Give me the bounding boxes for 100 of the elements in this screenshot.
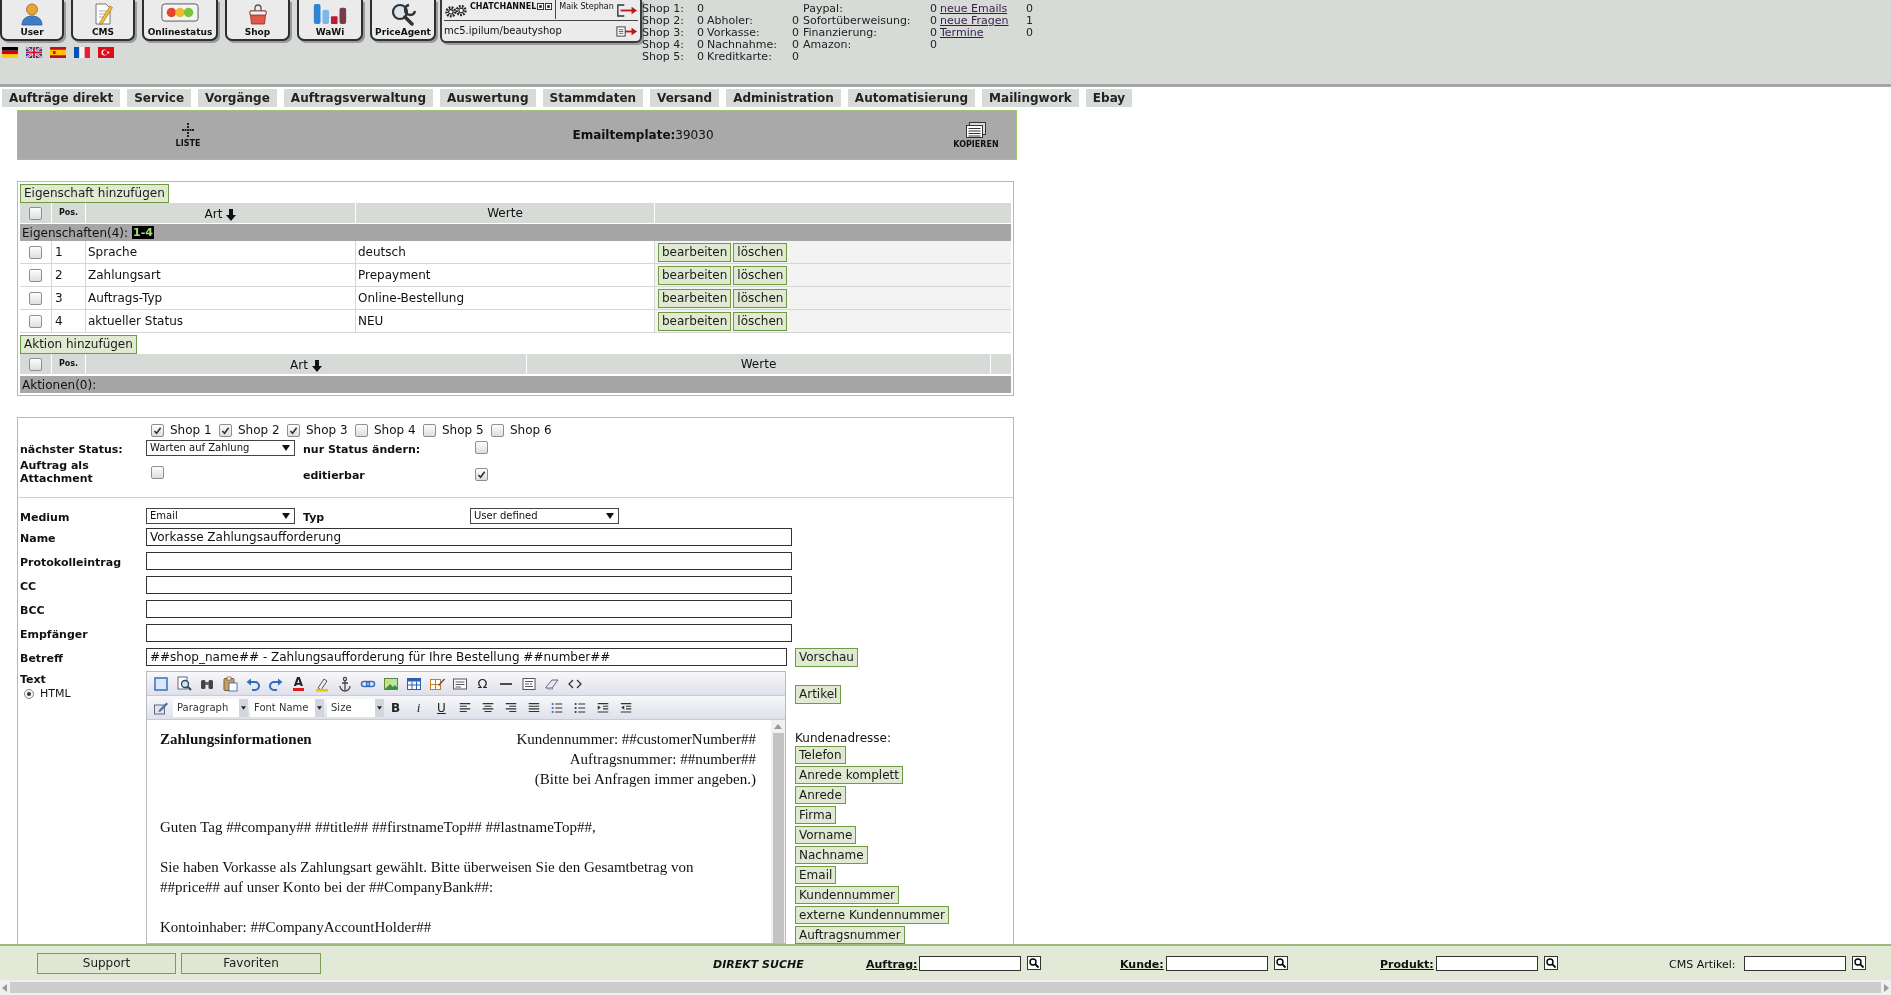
form-icon[interactable]: [451, 675, 468, 692]
anchor-icon[interactable]: [336, 675, 353, 692]
checkbox[interactable]: [475, 467, 488, 481]
indent-icon[interactable]: [595, 700, 610, 715]
frame-icon[interactable]: [152, 675, 169, 692]
dropdown[interactable]: User defined: [470, 507, 619, 524]
search-icon[interactable]: [1274, 956, 1288, 970]
scrollbar-thumb[interactable]: [772, 733, 784, 943]
variable-button[interactable]: Anrede: [795, 786, 846, 804]
list-button[interactable]: LISTE: [175, 122, 201, 148]
edit-button[interactable]: bearbeiten: [658, 242, 732, 262]
checkbox[interactable]: [151, 423, 164, 437]
search-icon[interactable]: [1852, 956, 1866, 970]
checkbox[interactable]: [29, 245, 42, 259]
delete-button[interactable]: löschen: [733, 288, 788, 308]
variable-button[interactable]: Nachname: [795, 846, 868, 864]
checkbox[interactable]: [219, 423, 232, 437]
turkish-flag-icon[interactable]: [98, 47, 114, 58]
nav-tab[interactable]: Mailingwork: [982, 89, 1079, 107]
article-button[interactable]: Artikel: [795, 685, 842, 704]
numbered-list-icon[interactable]: [549, 700, 564, 715]
variable-button[interactable]: Email: [795, 866, 837, 884]
stats-link[interactable]: neue Emails: [940, 2, 1008, 15]
german-flag-icon[interactable]: [2, 47, 18, 58]
search-icon[interactable]: [1544, 956, 1558, 970]
nav-tab[interactable]: Ebay: [1085, 89, 1133, 107]
text-input[interactable]: [146, 552, 792, 570]
align-right-icon[interactable]: [503, 700, 518, 715]
search-icon[interactable]: [1027, 956, 1041, 970]
text-input[interactable]: [146, 576, 792, 594]
edit-button[interactable]: bearbeiten: [658, 311, 732, 331]
checkbox[interactable]: [491, 423, 504, 437]
special-character-button[interactable]: Ω: [477, 676, 488, 691]
preview-button[interactable]: Vorschau: [795, 647, 858, 667]
edit-button[interactable]: bearbeiten: [658, 265, 732, 285]
delete-button[interactable]: löschen: [733, 242, 788, 262]
search-input[interactable]: [1166, 955, 1268, 971]
nav-tab[interactable]: Automatisierung: [847, 89, 976, 107]
nav-tab[interactable]: Administration: [726, 89, 841, 107]
delete-button[interactable]: löschen: [733, 265, 788, 285]
clipboard-icon[interactable]: [221, 675, 238, 692]
variable-button[interactable]: Vorname: [795, 826, 857, 844]
layout-icon[interactable]: [520, 675, 537, 692]
toolbar-button[interactable]: User: [0, 0, 64, 41]
horizontal-scrollbar[interactable]: [0, 980, 1891, 995]
variable-button[interactable]: Kundennummer: [795, 886, 899, 904]
text-input[interactable]: [146, 624, 792, 642]
variable-button[interactable]: Firma: [795, 806, 837, 824]
nav-tab[interactable]: Aufträge direkt: [2, 89, 121, 107]
checkbox[interactable]: [287, 423, 300, 437]
delete-button[interactable]: löschen: [733, 311, 788, 331]
vertical-scrollbar[interactable]: [771, 720, 785, 943]
add-action-button[interactable]: Aktion hinzufügen: [20, 335, 137, 354]
checkbox[interactable]: [29, 314, 42, 328]
outdent-icon[interactable]: [618, 700, 633, 715]
checkbox[interactable]: [29, 291, 42, 305]
checkbox[interactable]: [29, 268, 42, 282]
bullet-list-icon[interactable]: [572, 700, 587, 715]
toolbar-button[interactable]: WaWi: [297, 0, 363, 41]
box-arrow-icon[interactable]: [616, 24, 638, 38]
british-flag-icon[interactable]: [26, 47, 42, 58]
align-center-icon[interactable]: [480, 700, 495, 715]
french-flag-icon[interactable]: [74, 47, 90, 58]
nav-tab[interactable]: Auftragsverwaltung: [283, 89, 433, 107]
dropdown[interactable]: Warten auf Zahlung: [146, 439, 295, 456]
align-left-icon[interactable]: [457, 700, 472, 715]
variable-button[interactable]: externe Kundennummer: [795, 906, 949, 924]
checkbox[interactable]: [475, 441, 488, 454]
underline-button[interactable]: U: [437, 700, 446, 715]
stats-link[interactable]: Termine: [940, 26, 984, 39]
search-input[interactable]: [1436, 955, 1538, 971]
font-color-button[interactable]: A: [292, 676, 305, 691]
spanish-flag-icon[interactable]: [50, 47, 66, 58]
copy-button[interactable]: KOPIEREN: [953, 121, 999, 149]
bottom-bar-button[interactable]: Favoriten: [181, 952, 321, 974]
table-icon[interactable]: [405, 675, 422, 692]
dropdown[interactable]: Email: [146, 507, 295, 524]
exit-arrow-icon[interactable]: [616, 4, 638, 17]
toolbar-button[interactable]: Shop: [225, 0, 290, 41]
text-input[interactable]: [146, 600, 792, 618]
scrollbar-thumb[interactable]: [10, 982, 1881, 993]
style-dropdown[interactable]: Size: [327, 698, 384, 717]
nav-tab[interactable]: Stammdaten: [542, 89, 644, 107]
search-input[interactable]: [1744, 955, 1846, 971]
nav-tab[interactable]: Auswertung: [439, 89, 536, 107]
text-input[interactable]: ##shop_name## - Zahlungsaufforderung für Ihre Bestellung ##number##: [146, 648, 787, 666]
align-justify-icon[interactable]: [526, 700, 541, 715]
nav-tab[interactable]: Service: [127, 89, 192, 107]
edit-button[interactable]: bearbeiten: [658, 288, 732, 308]
html-editor[interactable]: [146, 671, 786, 944]
column-header[interactable]: Art: [204, 207, 223, 221]
checkbox[interactable]: [355, 423, 368, 437]
text-input[interactable]: Vorkasse Zahlungsaufforderung: [146, 528, 792, 546]
search-input[interactable]: [919, 955, 1021, 971]
variable-button[interactable]: Anrede komplett: [795, 766, 903, 784]
page-range[interactable]: 1-4: [132, 226, 154, 239]
magnifier-icon[interactable]: [175, 675, 192, 692]
bold-button[interactable]: B: [390, 700, 401, 715]
italic-button[interactable]: i: [416, 700, 421, 715]
variable-button[interactable]: Telefon: [795, 746, 846, 764]
